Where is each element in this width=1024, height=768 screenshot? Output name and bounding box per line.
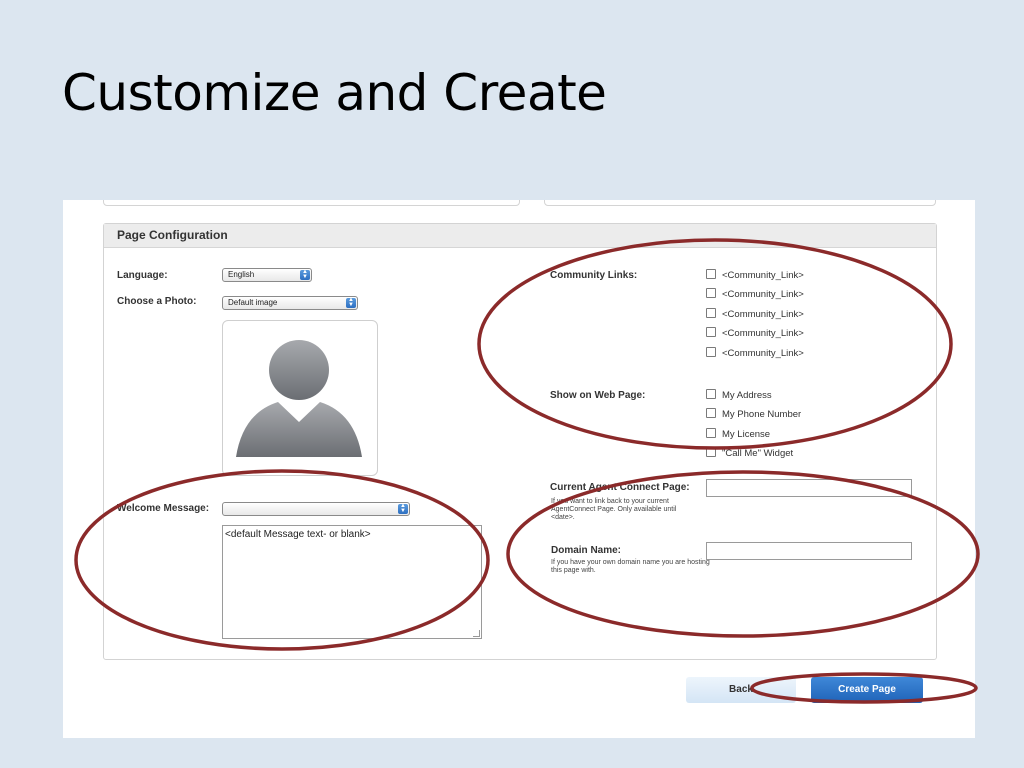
checkbox[interactable]: [706, 428, 716, 438]
checkbox[interactable]: [706, 269, 716, 279]
checkbox[interactable]: [706, 327, 716, 337]
checkbox[interactable]: [706, 408, 716, 418]
select-arrows-icon: ▲ ▼: [398, 503, 408, 514]
community-link-row[interactable]: <Community_Link>: [706, 308, 804, 320]
language-label: Language:: [117, 270, 168, 281]
slide-title: Customize and Create: [62, 64, 607, 122]
default-avatar-icon: [236, 340, 362, 457]
welcome-message-select[interactable]: ▲ ▼: [222, 502, 410, 516]
choose-photo-label: Choose a Photo:: [117, 296, 197, 307]
current-agent-connect-help: If you want to link back to your current…: [551, 498, 677, 521]
welcome-message-label: Welcome Message:: [117, 503, 210, 514]
community-link-row[interactable]: <Community_Link>: [706, 288, 804, 300]
checkbox[interactable]: [706, 288, 716, 298]
checkbox[interactable]: [706, 347, 716, 357]
panel-header: Page Configuration: [104, 224, 936, 248]
top-panel-right: [544, 200, 936, 206]
community-link-row[interactable]: <Community_Link>: [706, 269, 804, 281]
domain-name-input[interactable]: [706, 542, 912, 560]
show-item-phone[interactable]: My Phone Number: [706, 408, 801, 420]
screenshot-frame: Page Configuration Language: English ▲ ▼ …: [63, 200, 975, 738]
resize-grip-icon[interactable]: [473, 630, 480, 637]
show-item-address[interactable]: My Address: [706, 389, 772, 401]
current-agent-connect-input[interactable]: [706, 479, 912, 497]
community-link-row[interactable]: <Community_Link>: [706, 327, 804, 339]
show-on-web-page-label: Show on Web Page:: [550, 390, 646, 401]
domain-name-label: Domain Name:: [551, 545, 622, 556]
welcome-message-text: <default Message text- or blank>: [225, 529, 371, 540]
community-link-row[interactable]: <Community_Link>: [706, 347, 804, 359]
create-page-button[interactable]: Create Page: [811, 677, 923, 703]
language-select[interactable]: English ▲ ▼: [222, 268, 312, 282]
show-item-license[interactable]: My License: [706, 428, 770, 440]
checkbox[interactable]: [706, 308, 716, 318]
select-arrows-icon: ▲ ▼: [300, 269, 310, 280]
back-button[interactable]: Back: [686, 677, 796, 703]
top-panel-left: [103, 200, 520, 206]
language-select-value: English: [228, 270, 255, 279]
page-configuration-panel: Page Configuration Language: English ▲ ▼ …: [103, 223, 937, 660]
profile-photo[interactable]: [222, 320, 378, 476]
community-links-label: Community Links:: [550, 270, 638, 281]
photo-select[interactable]: Default image ▲ ▼: [222, 296, 358, 310]
welcome-message-textarea[interactable]: <default Message text- or blank>: [222, 525, 482, 639]
current-agent-connect-label: Current Agent Connect Page:: [550, 482, 690, 493]
show-item-call-me-widget[interactable]: "Call Me" Widget: [706, 447, 793, 459]
select-arrows-icon: ▲ ▼: [346, 297, 356, 308]
domain-name-help: If you have your own domain name you are…: [551, 559, 710, 574]
checkbox[interactable]: [706, 389, 716, 399]
photo-select-value: Default image: [228, 298, 278, 307]
checkbox[interactable]: [706, 447, 716, 457]
